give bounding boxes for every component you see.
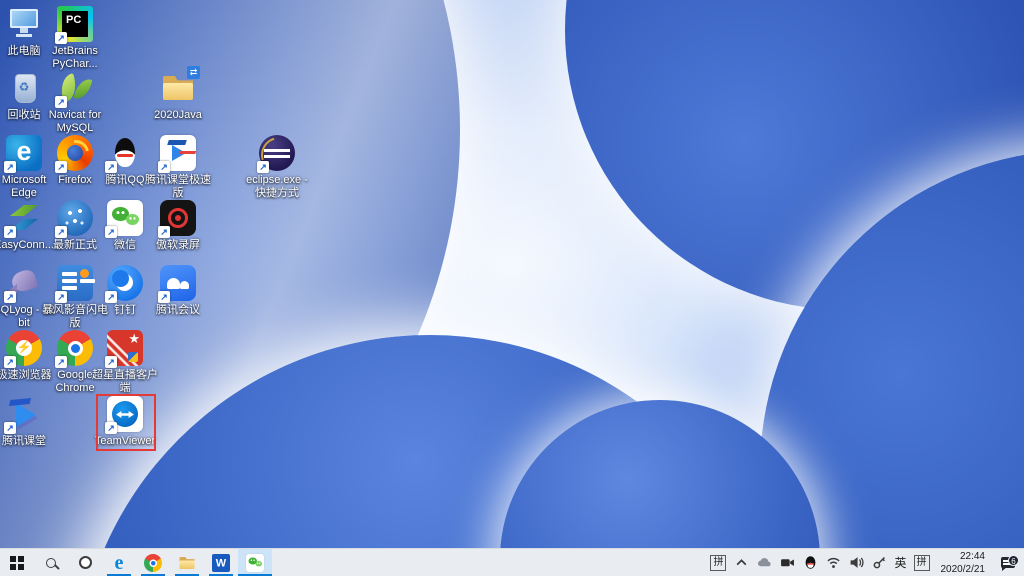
desktop-icon-navicat[interactable]: Navicat for MySQL	[42, 70, 108, 136]
cortana-icon	[79, 556, 92, 569]
start-button[interactable]	[0, 549, 34, 576]
pycharm-icon	[57, 6, 93, 42]
word-icon	[212, 554, 230, 572]
cortana-button[interactable]	[68, 549, 102, 576]
tray-qq[interactable]	[802, 555, 818, 571]
tclass-speed-icon	[160, 135, 196, 171]
taskbar-app-edge[interactable]: e	[102, 549, 136, 576]
shortcut-arrow-icon	[105, 161, 117, 173]
shortcut-arrow-icon	[55, 32, 67, 44]
clock-date: 2020/2/21	[941, 563, 986, 576]
ms-edge-icon	[6, 135, 42, 171]
dingtalk-icon	[107, 265, 143, 301]
shortcut-arrow-icon	[4, 422, 16, 434]
tray-vpn-key[interactable]	[871, 555, 887, 571]
jisu-browser-icon	[6, 330, 42, 366]
shortcut-arrow-icon	[55, 226, 67, 238]
search-button[interactable]	[34, 549, 68, 576]
explorer-icon	[178, 554, 196, 572]
wechat-icon	[107, 200, 143, 236]
shortcut-arrow-icon	[55, 96, 67, 108]
navicat-icon	[57, 70, 93, 106]
desktop-icon-label: 傲软录屏	[145, 239, 211, 252]
taskbar: e 拼英拼 22:44 2020/2/21 6	[0, 548, 1024, 576]
shortcut-arrow-icon	[55, 161, 67, 173]
taskbar-app-explorer[interactable]	[170, 549, 204, 576]
zuixin-icon	[57, 200, 93, 236]
desktop-icon-label: 2020Java	[145, 109, 211, 122]
shortcut-arrow-icon	[158, 291, 170, 303]
selection-highlight	[96, 394, 156, 451]
chrome-icon	[144, 554, 162, 572]
shortcut-arrow-icon	[158, 226, 170, 238]
tray-ime-lang[interactable]: 英	[894, 554, 906, 571]
desktop-icon-eclipse[interactable]: eclipse.exe - 快捷方式	[244, 135, 310, 201]
shortcut-arrow-icon	[55, 291, 67, 303]
desktop-icon-tmeeting[interactable]: 腾讯会议	[145, 265, 211, 317]
firefox-icon	[57, 135, 93, 171]
shortcut-arrow-icon	[158, 161, 170, 173]
shortcut-arrow-icon	[4, 226, 16, 238]
edge-icon: e	[115, 553, 124, 573]
desktop-icon-pycharm[interactable]: JetBrains PyChar...	[42, 6, 108, 72]
desktop-icon-label: 腾讯会议	[145, 304, 211, 317]
recycle-bin-icon	[6, 70, 42, 106]
desktop-icon-tclassroom[interactable]: 腾讯课堂	[0, 396, 57, 448]
taskbar-app-word[interactable]	[204, 549, 238, 576]
easyconnect-icon	[6, 200, 42, 236]
desktop-icon-label: Navicat for MySQL	[42, 109, 108, 136]
desktop-icon-label: 超星直播客户端	[92, 369, 158, 396]
search-icon	[46, 558, 56, 568]
wechat-icon	[246, 554, 264, 572]
desktop-icon-chaoxing[interactable]: 超星直播客户端	[92, 330, 158, 396]
tray-hidden-icons[interactable]	[733, 555, 749, 571]
eclipse-icon	[259, 135, 295, 171]
shortcut-arrow-icon	[105, 356, 117, 368]
tencent-qq-icon	[107, 135, 143, 171]
desktop-icon-label: 腾讯课堂极速版	[145, 174, 211, 201]
shortcut-arrow-icon	[105, 291, 117, 303]
desktop-icon-label: 腾讯课堂	[0, 435, 57, 448]
this-pc-icon	[6, 6, 42, 42]
java-folder-icon	[160, 70, 196, 106]
desktop-icons[interactable]: 此电脑JetBrains PyChar...回收站Navicat for MyS…	[0, 0, 1024, 548]
sync-badge-icon	[187, 66, 200, 79]
tmeeting-icon	[160, 265, 196, 301]
shortcut-arrow-icon	[105, 226, 117, 238]
taskbar-clock[interactable]: 22:44 2020/2/21	[937, 550, 990, 576]
windows-desktop-screen: 此电脑JetBrains PyChar...回收站Navicat for MyS…	[0, 0, 1024, 576]
desktop-icon-apowerrec[interactable]: 傲软录屏	[145, 200, 211, 252]
shortcut-arrow-icon	[4, 356, 16, 368]
action-center-button[interactable]: 6	[996, 557, 1020, 568]
desktop-icon-label: eclipse.exe - 快捷方式	[244, 174, 310, 201]
baofeng-icon	[57, 265, 93, 301]
tray-network[interactable]	[825, 555, 841, 571]
taskbar-app-wechat[interactable]	[238, 549, 272, 576]
taskbar-apps: e	[102, 549, 272, 576]
system-tray: 拼英拼 22:44 2020/2/21 6	[710, 549, 1024, 576]
tray-items: 拼英拼	[710, 554, 929, 571]
shortcut-arrow-icon	[4, 291, 16, 303]
desktop-icon-tclass-speed[interactable]: 腾讯课堂极速版	[145, 135, 211, 201]
clock-time: 22:44	[941, 550, 986, 563]
sqlyog-icon	[6, 265, 42, 301]
tray-recorder[interactable]	[779, 555, 795, 571]
shortcut-arrow-icon	[55, 356, 67, 368]
tray-ime-pinyin[interactable]: 拼	[914, 555, 930, 571]
shortcut-arrow-icon	[257, 161, 269, 173]
desktop-icon-java-folder[interactable]: 2020Java	[145, 70, 211, 122]
chrome-icon	[57, 330, 93, 366]
windows-logo-icon	[10, 556, 24, 570]
chaoxing-icon	[107, 330, 143, 366]
tray-ime-pinyin-floating[interactable]: 拼	[710, 555, 726, 571]
shortcut-arrow-icon	[4, 161, 16, 173]
taskbar-app-chrome[interactable]	[136, 549, 170, 576]
tclassroom-icon	[6, 396, 42, 432]
tray-volume[interactable]	[848, 555, 864, 571]
desktop-icon-label: JetBrains PyChar...	[42, 45, 108, 72]
notification-badge: 6	[1008, 555, 1019, 566]
apowerrec-icon	[160, 200, 196, 236]
tray-cloud[interactable]	[756, 555, 772, 571]
